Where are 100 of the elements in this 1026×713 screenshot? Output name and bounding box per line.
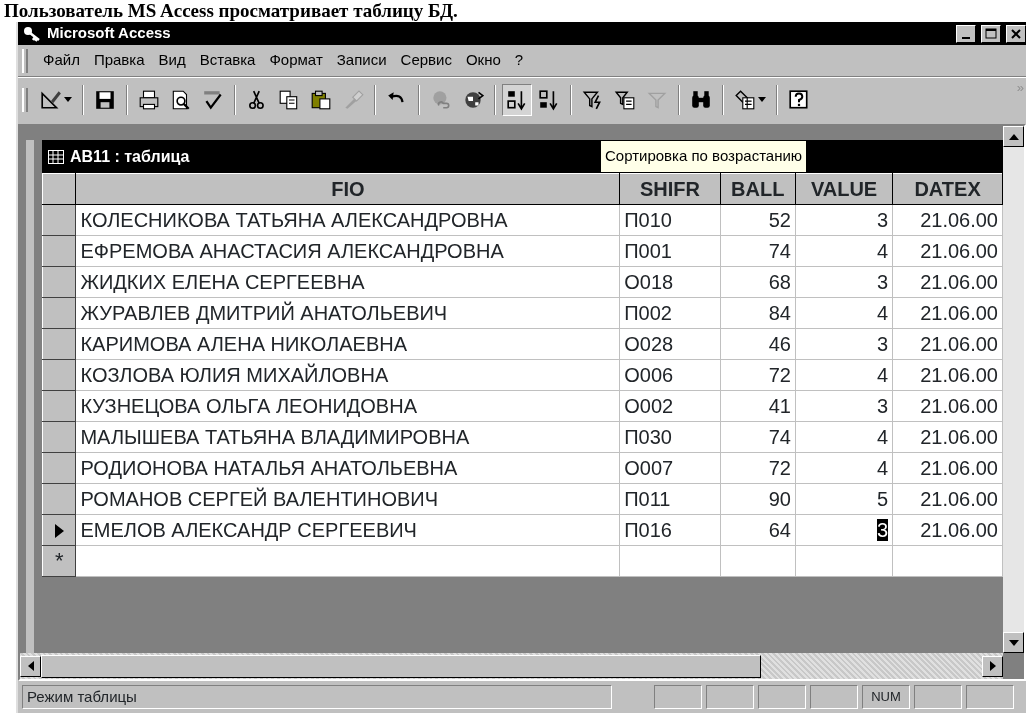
- maximize-icon: [985, 27, 997, 40]
- tooltip: Сортировка по возрастанию: [600, 140, 808, 173]
- table-cell: РОМАНОВ СЕРГЕЙ ВАЛЕНТИНОВИЧ: [80, 487, 439, 510]
- table-cell: О007: [624, 456, 674, 479]
- table-cell: 21.06.00: [920, 239, 998, 262]
- menu-item[interactable]: ?: [509, 47, 529, 74]
- table-cell: ЕМЕЛОВ АЛЕКСАНДР СЕРГЕЕВИЧ: [80, 518, 417, 541]
- row-selector[interactable]: [42, 204, 76, 236]
- close-icon: [1011, 28, 1021, 39]
- row-selector[interactable]: [42, 328, 76, 360]
- status-pane: [966, 685, 1014, 709]
- table-cell: 52: [768, 208, 791, 231]
- table-cell: П002: [624, 301, 672, 324]
- table-cell: 3: [877, 332, 889, 355]
- row-selector-header[interactable]: [42, 173, 76, 205]
- row-selector[interactable]: [42, 359, 76, 391]
- table-cell: 84: [768, 301, 791, 324]
- row-selector[interactable]: [42, 514, 76, 546]
- close-button[interactable]: [1006, 24, 1026, 43]
- menu-item[interactable]: Записи: [331, 47, 392, 74]
- table-cell: КУЗНЕЦОВА ОЛЬГА ЛЕОНИДОВНА: [80, 394, 417, 417]
- table-cell: 41: [768, 394, 791, 417]
- datasheet-title: АВ11 : таблица: [70, 146, 190, 167]
- table-cell: 21.06.00: [920, 456, 998, 479]
- row-selector[interactable]: [42, 483, 76, 515]
- table-cell: ЕФРЕМОВА АНАСТАСИЯ АЛЕКСАНДРОВНА: [80, 239, 504, 262]
- column-header[interactable]: VALUE: [795, 173, 893, 205]
- table-cell: П016: [624, 518, 672, 541]
- toolbar-grip[interactable]: [22, 87, 28, 112]
- row-selector[interactable]: [42, 421, 76, 453]
- table-cell: О028: [624, 332, 674, 355]
- row-selector[interactable]: [42, 266, 76, 298]
- new-record-marker: *: [54, 547, 64, 573]
- table-cell: О006: [624, 363, 674, 386]
- column-header[interactable]: DATEX: [892, 173, 1003, 205]
- menu-item[interactable]: Формат: [264, 47, 328, 74]
- minimize-icon: [962, 36, 970, 39]
- table-cell: ЖУРАВЛЕВ ДМИТРИЙ АНАТОЛЬЕВИЧ: [80, 301, 448, 324]
- status-pane: [914, 685, 962, 709]
- table-cell: 90: [768, 487, 791, 510]
- scroll-left-icon[interactable]: [20, 655, 41, 677]
- table-cell: 21.06.00: [920, 487, 998, 510]
- menubar-grip[interactable]: [22, 48, 28, 73]
- menu-item[interactable]: Вид: [153, 47, 191, 74]
- status-pane: [706, 685, 754, 709]
- menu-item[interactable]: Вставка: [194, 47, 261, 74]
- menu-item[interactable]: Окно: [460, 47, 506, 74]
- table-cell: П011: [624, 487, 671, 510]
- sort-ascending-icon[interactable]: [502, 83, 532, 116]
- scroll-up-icon[interactable]: [1003, 126, 1024, 147]
- table-cell: О018: [624, 270, 674, 293]
- menu-item[interactable]: Сервис: [395, 47, 457, 74]
- table-cell: 3: [877, 518, 889, 541]
- table-cell: 21.06.00: [920, 394, 998, 417]
- table-cell: КАРИМОВА АЛЕНА НИКОЛАЕВНА: [80, 332, 408, 355]
- scroll-right-icon[interactable]: [982, 655, 1003, 677]
- horizontal-scrollbar[interactable]: [20, 653, 1003, 679]
- table-cell: П030: [624, 425, 672, 448]
- table-cell: П010: [624, 208, 672, 231]
- maximize-button[interactable]: [981, 24, 1001, 43]
- table-icon: [48, 149, 64, 164]
- table-cell: 68: [768, 270, 791, 293]
- menu-item[interactable]: Файл: [38, 47, 85, 74]
- row-selector[interactable]: [42, 390, 76, 422]
- column-header[interactable]: BALL: [720, 173, 796, 205]
- row-selector[interactable]: [42, 235, 76, 267]
- table-cell: 4: [877, 363, 889, 386]
- status-pane: [758, 685, 806, 709]
- table-cell: 4: [877, 425, 889, 448]
- table-cell: КОЗЛОВА ЮЛИЯ МИХАЙЛОВНА: [80, 363, 389, 386]
- menu-item[interactable]: Правка: [88, 47, 150, 74]
- scroll-down-icon[interactable]: [1003, 632, 1024, 653]
- table-cell: 21.06.00: [920, 518, 998, 541]
- table-cell: 3: [877, 270, 889, 293]
- table-cell: КОЛЕСНИКОВА ТАТЬЯНА АЛЕКСАНДРОВНА: [80, 208, 508, 231]
- table-cell: МАЛЫШЕВА ТАТЬЯНА ВЛАДИМИРОВНА: [80, 425, 470, 448]
- vertical-scrollbar[interactable]: [1003, 126, 1024, 653]
- column-header[interactable]: SHIFR: [619, 173, 721, 205]
- table-cell: 5: [877, 487, 889, 510]
- table-cell: 72: [768, 363, 791, 386]
- table-cell: 21.06.00: [920, 425, 998, 448]
- status-pane: [654, 685, 702, 709]
- table-cell: 21.06.00: [920, 270, 998, 293]
- table-cell: 4: [877, 239, 889, 262]
- page-heading: Пользователь MS Access просматривает таблицу БД.: [3, 0, 459, 22]
- minimize-button[interactable]: [956, 24, 976, 43]
- table-cell: 74: [768, 425, 791, 448]
- table-cell: 72: [768, 456, 791, 479]
- table-cell: П001: [624, 239, 672, 262]
- scrollbar-thumb[interactable]: [41, 654, 761, 678]
- column-header[interactable]: FIO: [75, 173, 620, 205]
- row-selector[interactable]: [42, 452, 76, 484]
- status-pane: [810, 685, 858, 709]
- table-cell: 4: [877, 301, 889, 324]
- table-cell: 4: [877, 456, 889, 479]
- table-cell: О002: [624, 394, 674, 417]
- table-cell: 74: [768, 239, 791, 262]
- row-selector[interactable]: [42, 297, 76, 329]
- table-cell: 21.06.00: [920, 301, 998, 324]
- table-cell: ЖИДКИХ ЕЛЕНА СЕРГЕЕВНА: [80, 270, 365, 293]
